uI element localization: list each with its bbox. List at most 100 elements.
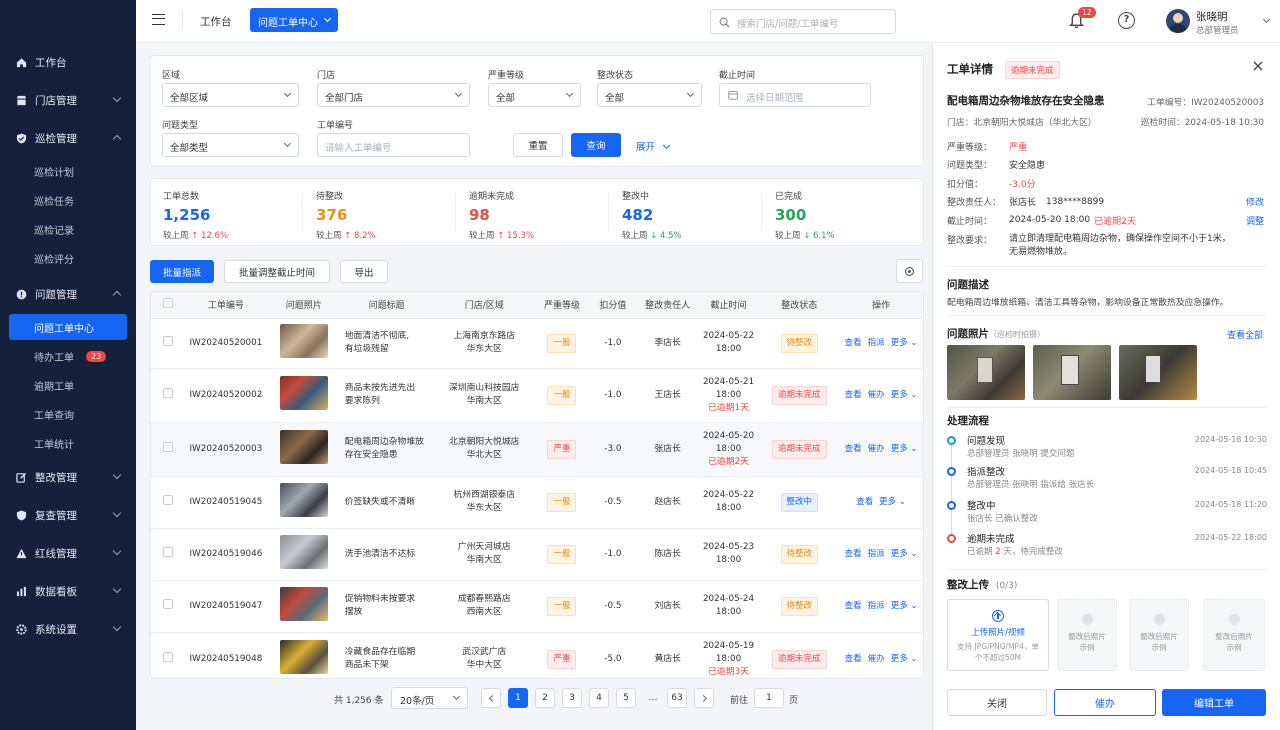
table-row[interactable]: IW20240520002 商品未按先进先出 要求陈列 深圳南山科技园店 华南大区 一般 -… [151, 368, 923, 423]
nav-store-management[interactable]: 门店管理 [0, 81, 136, 119]
row-checkbox[interactable] [162, 494, 173, 505]
table-row[interactable]: IW20240519047 促销物料未按要求 摆放 成都春熙路店 西南大区 一般 -0.5 刘… [151, 580, 923, 633]
page-size-select[interactable]: 20条/页 [391, 687, 468, 709]
chevron-down-icon[interactable] [1262, 15, 1271, 24]
more-actions-link[interactable]: 更多 ⌄ [891, 444, 918, 454]
close-button[interactable]: 关闭 [947, 689, 1047, 716]
more-actions-link[interactable]: 更多 ⌄ [891, 601, 918, 611]
row-action-link[interactable]: 指派 [868, 601, 885, 611]
sub-problem-order-center[interactable]: 问题工单中心 [9, 314, 127, 340]
problem-thumbnail[interactable] [279, 586, 328, 621]
table-row[interactable]: IW20240519046 洗手池清洁不达标 广州天河城店 华南大区 一般 -1.0 陈店长… [151, 528, 923, 581]
page-button[interactable]: 3 [562, 688, 582, 708]
prev-page-button[interactable] [481, 688, 501, 708]
nav-workbench[interactable]: 工作台 [0, 43, 136, 81]
expand-toggle[interactable]: 展开 [636, 139, 671, 153]
table-row[interactable]: IW20240520003 配电箱周边杂物堆放 存在安全隐患 北京朝阳大悦城店 华北大区… [151, 422, 923, 477]
nav-problem-management[interactable]: 问题管理 [0, 275, 136, 313]
goto-page-input[interactable]: 1 [754, 688, 784, 708]
table-row[interactable]: IW20240519045 价签缺失或不清晰 杭州西湖银泰店 华东大区 一般 -0.5 赵店… [151, 476, 923, 529]
export-button[interactable]: 导出 [340, 260, 388, 283]
region-select[interactable]: 全部区域 [162, 83, 299, 107]
problem-thumbnail[interactable] [279, 639, 328, 674]
row-action-link[interactable]: 指派 [868, 338, 885, 348]
more-actions-link[interactable]: 更多 ⌄ [891, 390, 918, 400]
row-checkbox[interactable] [162, 387, 173, 398]
table-row[interactable]: IW20240519048 冷藏食品存在临期 商品未下架 武汉武广店 华中大区 严重 -5.… [151, 632, 923, 678]
notification-bell[interactable]: 12 [1068, 7, 1096, 32]
nav-inspection-management[interactable]: 巡检管理 [0, 119, 136, 157]
status-select[interactable]: 全部 [597, 83, 702, 107]
page-button[interactable]: 2 [535, 688, 555, 708]
problem-thumbnail[interactable] [279, 429, 328, 464]
nav-system-settings[interactable]: 系统设置 [0, 610, 136, 648]
modify-owner-link[interactable]: 修改 [1246, 195, 1264, 208]
table-row[interactable]: IW20240520001 地面清洁不彻底, 有垃圾残留 上海南京东路店 华东大区 一般 -… [151, 318, 923, 369]
batch-assign-button[interactable]: 批量指派 [150, 260, 214, 283]
batch-adjust-deadline-button[interactable]: 批量调整截止时间 [224, 260, 330, 283]
row-action-link[interactable]: 查看 [845, 549, 862, 559]
problem-thumbnail[interactable] [279, 375, 328, 410]
help-icon[interactable]: ? [1118, 12, 1135, 29]
row-action-link[interactable]: 查看 [856, 497, 873, 507]
row-action-link[interactable]: 查看 [845, 654, 862, 664]
nav-data-dashboard[interactable]: 数据看板 [0, 572, 136, 610]
row-action-link[interactable]: 查看 [845, 601, 862, 611]
row-action-link[interactable]: 催办 [868, 390, 885, 400]
view-all-photos-link[interactable]: 查看全部 [1227, 328, 1263, 341]
more-actions-link[interactable]: 更多 ⌄ [879, 497, 906, 507]
order-no-input[interactable]: 请输入工单编号 [317, 133, 470, 157]
sub-inspection-task[interactable]: 巡检任务 [0, 186, 136, 215]
table-settings-button[interactable] [896, 259, 923, 283]
query-button[interactable]: 查询 [571, 133, 621, 157]
tab-workbench[interactable]: 工作台 [200, 14, 232, 29]
row-checkbox[interactable] [162, 546, 173, 557]
next-page-button[interactable] [694, 688, 714, 708]
urge-button[interactable]: 催办 [1054, 689, 1156, 716]
nav-review-management[interactable]: 复查管理 [0, 496, 136, 534]
page-button[interactable]: 5 [616, 688, 636, 708]
sub-inspection-record[interactable]: 巡检记录 [0, 215, 136, 244]
page-button[interactable]: 4 [589, 688, 609, 708]
problem-photo[interactable] [947, 345, 1025, 400]
problem-photo[interactable] [1033, 345, 1111, 400]
type-select[interactable]: 全部类型 [162, 133, 299, 157]
sub-overdue-orders[interactable]: 逾期工单 [0, 371, 136, 400]
upload-dropzone[interactable]: 上传照片/视频 支持 JPG/PNG/MP4，单 个不超过50M [947, 599, 1049, 671]
row-checkbox[interactable] [162, 441, 173, 452]
avatar[interactable] [1166, 9, 1190, 33]
row-action-link[interactable]: 查看 [845, 338, 862, 348]
deadline-range-picker[interactable]: 选择日期范围 [719, 83, 871, 107]
row-action-link[interactable]: 指派 [868, 549, 885, 559]
sub-order-query[interactable]: 工单查询 [0, 400, 136, 429]
global-search-box[interactable]: 搜索门店/问题/工单编号 [710, 9, 896, 34]
adjust-deadline-link[interactable]: 调整 [1246, 214, 1264, 227]
row-checkbox[interactable] [162, 651, 173, 662]
sub-todo-orders[interactable]: 待办工单 23 [0, 342, 136, 371]
row-action-link[interactable]: 催办 [868, 444, 885, 454]
more-actions-link[interactable]: 更多 ⌄ [891, 338, 918, 348]
problem-photo[interactable] [1119, 345, 1197, 400]
more-actions-link[interactable]: 更多 ⌄ [891, 654, 918, 664]
close-icon[interactable] [1251, 59, 1265, 73]
page-button[interactable]: 63 [667, 688, 687, 708]
row-checkbox[interactable] [162, 335, 173, 346]
problem-thumbnail[interactable] [279, 323, 328, 358]
row-action-link[interactable]: 催办 [868, 654, 885, 664]
menu-toggle-icon[interactable] [152, 14, 165, 25]
store-select[interactable]: 全部门店 [317, 83, 470, 107]
row-checkbox[interactable] [162, 598, 173, 609]
select-all-checkbox[interactable] [162, 298, 173, 309]
problem-thumbnail[interactable] [279, 482, 328, 517]
nav-redline-management[interactable]: 红线管理 [0, 534, 136, 572]
edit-order-button[interactable]: 编辑工单 [1162, 689, 1266, 716]
problem-thumbnail[interactable] [279, 534, 328, 569]
sub-order-stats[interactable]: 工单统计 [0, 429, 136, 458]
row-action-link[interactable]: 查看 [845, 390, 862, 400]
sub-inspection-score[interactable]: 巡检评分 [0, 244, 136, 273]
page-button[interactable]: 1 [508, 688, 528, 708]
reset-button[interactable]: 重置 [513, 133, 563, 157]
sub-inspection-plan[interactable]: 巡检计划 [0, 157, 136, 186]
more-actions-link[interactable]: 更多 ⌄ [891, 549, 918, 559]
severity-select[interactable]: 全部 [488, 83, 581, 107]
